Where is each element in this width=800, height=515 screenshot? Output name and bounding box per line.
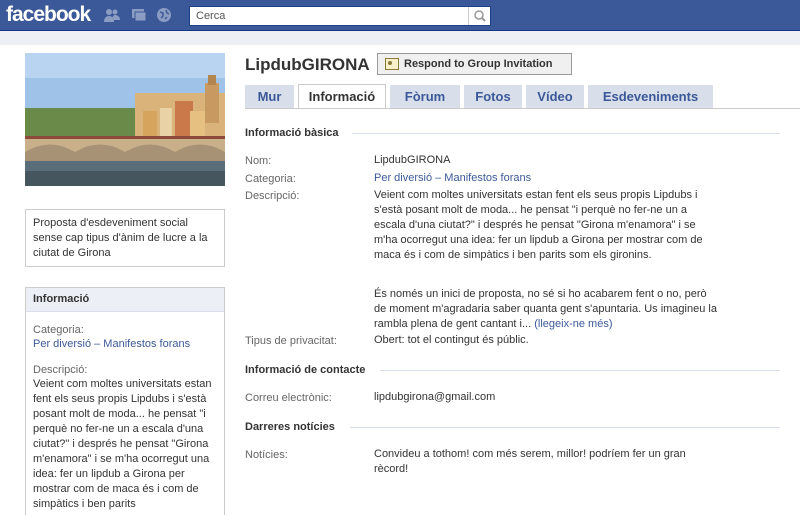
category-link[interactable]: Per diversió – Manifestos forans <box>374 171 719 186</box>
top-navigation-bar: facebook <box>0 0 800 31</box>
section-divider <box>350 427 780 428</box>
search-button[interactable] <box>468 7 490 25</box>
group-profile-picture[interactable] <box>25 53 225 186</box>
sidebar-info-box: Informació Categoria: Per diversió – Man… <box>25 287 225 515</box>
sidebar-category-link[interactable]: Per diversió – Manifestos forans <box>26 337 224 352</box>
description-paragraph-2: És només un inici de proposta, no sé si … <box>374 287 719 332</box>
email-label: Correu electrònic: <box>245 392 332 404</box>
search-icon <box>474 10 486 22</box>
category-label: Categoria: <box>245 173 296 185</box>
news-value: Convideu a tothom! com més serem, millor… <box>374 448 686 475</box>
friends-icon[interactable] <box>104 7 120 23</box>
section-divider <box>380 370 780 371</box>
sidebar-description-text: Veient com moltes universitats estan fen… <box>33 378 212 510</box>
tab-esdeveniments[interactable]: Esdeveniments <box>588 85 713 108</box>
sidebar-description-label: Descripció: <box>33 364 88 376</box>
tab-informacio[interactable]: Informació <box>298 84 386 109</box>
group-description-box: Proposta d'esdeveniment social sense cap… <box>25 209 225 267</box>
section-divider <box>352 133 780 134</box>
news-label: Notícies: <box>245 449 288 461</box>
respond-invitation-label: Respond to Group Invitation <box>404 58 553 70</box>
sidebar-category-label: Categoria: <box>33 324 84 336</box>
search-input[interactable] <box>190 7 468 25</box>
section-header-contact: Informació de contacte <box>245 364 366 376</box>
search-box <box>189 6 491 26</box>
name-value: LipdubGIRONA <box>374 154 451 166</box>
description-label: Descripció: <box>245 190 300 202</box>
messages-icon[interactable] <box>131 7 147 23</box>
subheader-strip <box>0 31 800 45</box>
privacy-value: Obert: tot el contingut és públic. <box>374 334 529 346</box>
invitation-icon <box>385 58 399 70</box>
tab-mur[interactable]: Mur <box>245 85 294 108</box>
facebook-logo[interactable]: facebook <box>6 3 91 27</box>
privacy-label: Tipus de privacitat: <box>245 335 337 347</box>
respond-invitation-button[interactable]: Respond to Group Invitation <box>377 53 572 75</box>
profile-tabs: Mur Informació Fòrum Fotos Vídeo Esdeven… <box>245 84 800 109</box>
section-header-news: Darreres notícies <box>245 421 335 433</box>
tab-forum[interactable]: Fòrum <box>390 85 460 108</box>
tabs-divider <box>245 108 800 109</box>
sidebar-info-header: Informació <box>26 288 224 312</box>
name-label: Nom: <box>245 155 272 167</box>
section-header-basic-info: Informació bàsica <box>245 127 339 139</box>
tab-video[interactable]: Vídeo <box>526 85 584 108</box>
notifications-globe-icon[interactable] <box>156 7 172 23</box>
tab-fotos[interactable]: Fotos <box>464 85 522 108</box>
page-title: LipdubGIRONA <box>245 55 370 74</box>
email-value: lipdubgirona@gmail.com <box>374 391 496 403</box>
read-more-link[interactable]: (llegeix-ne més) <box>534 318 612 330</box>
description-paragraph-1: Veient com moltes universitats estan fen… <box>374 189 703 261</box>
